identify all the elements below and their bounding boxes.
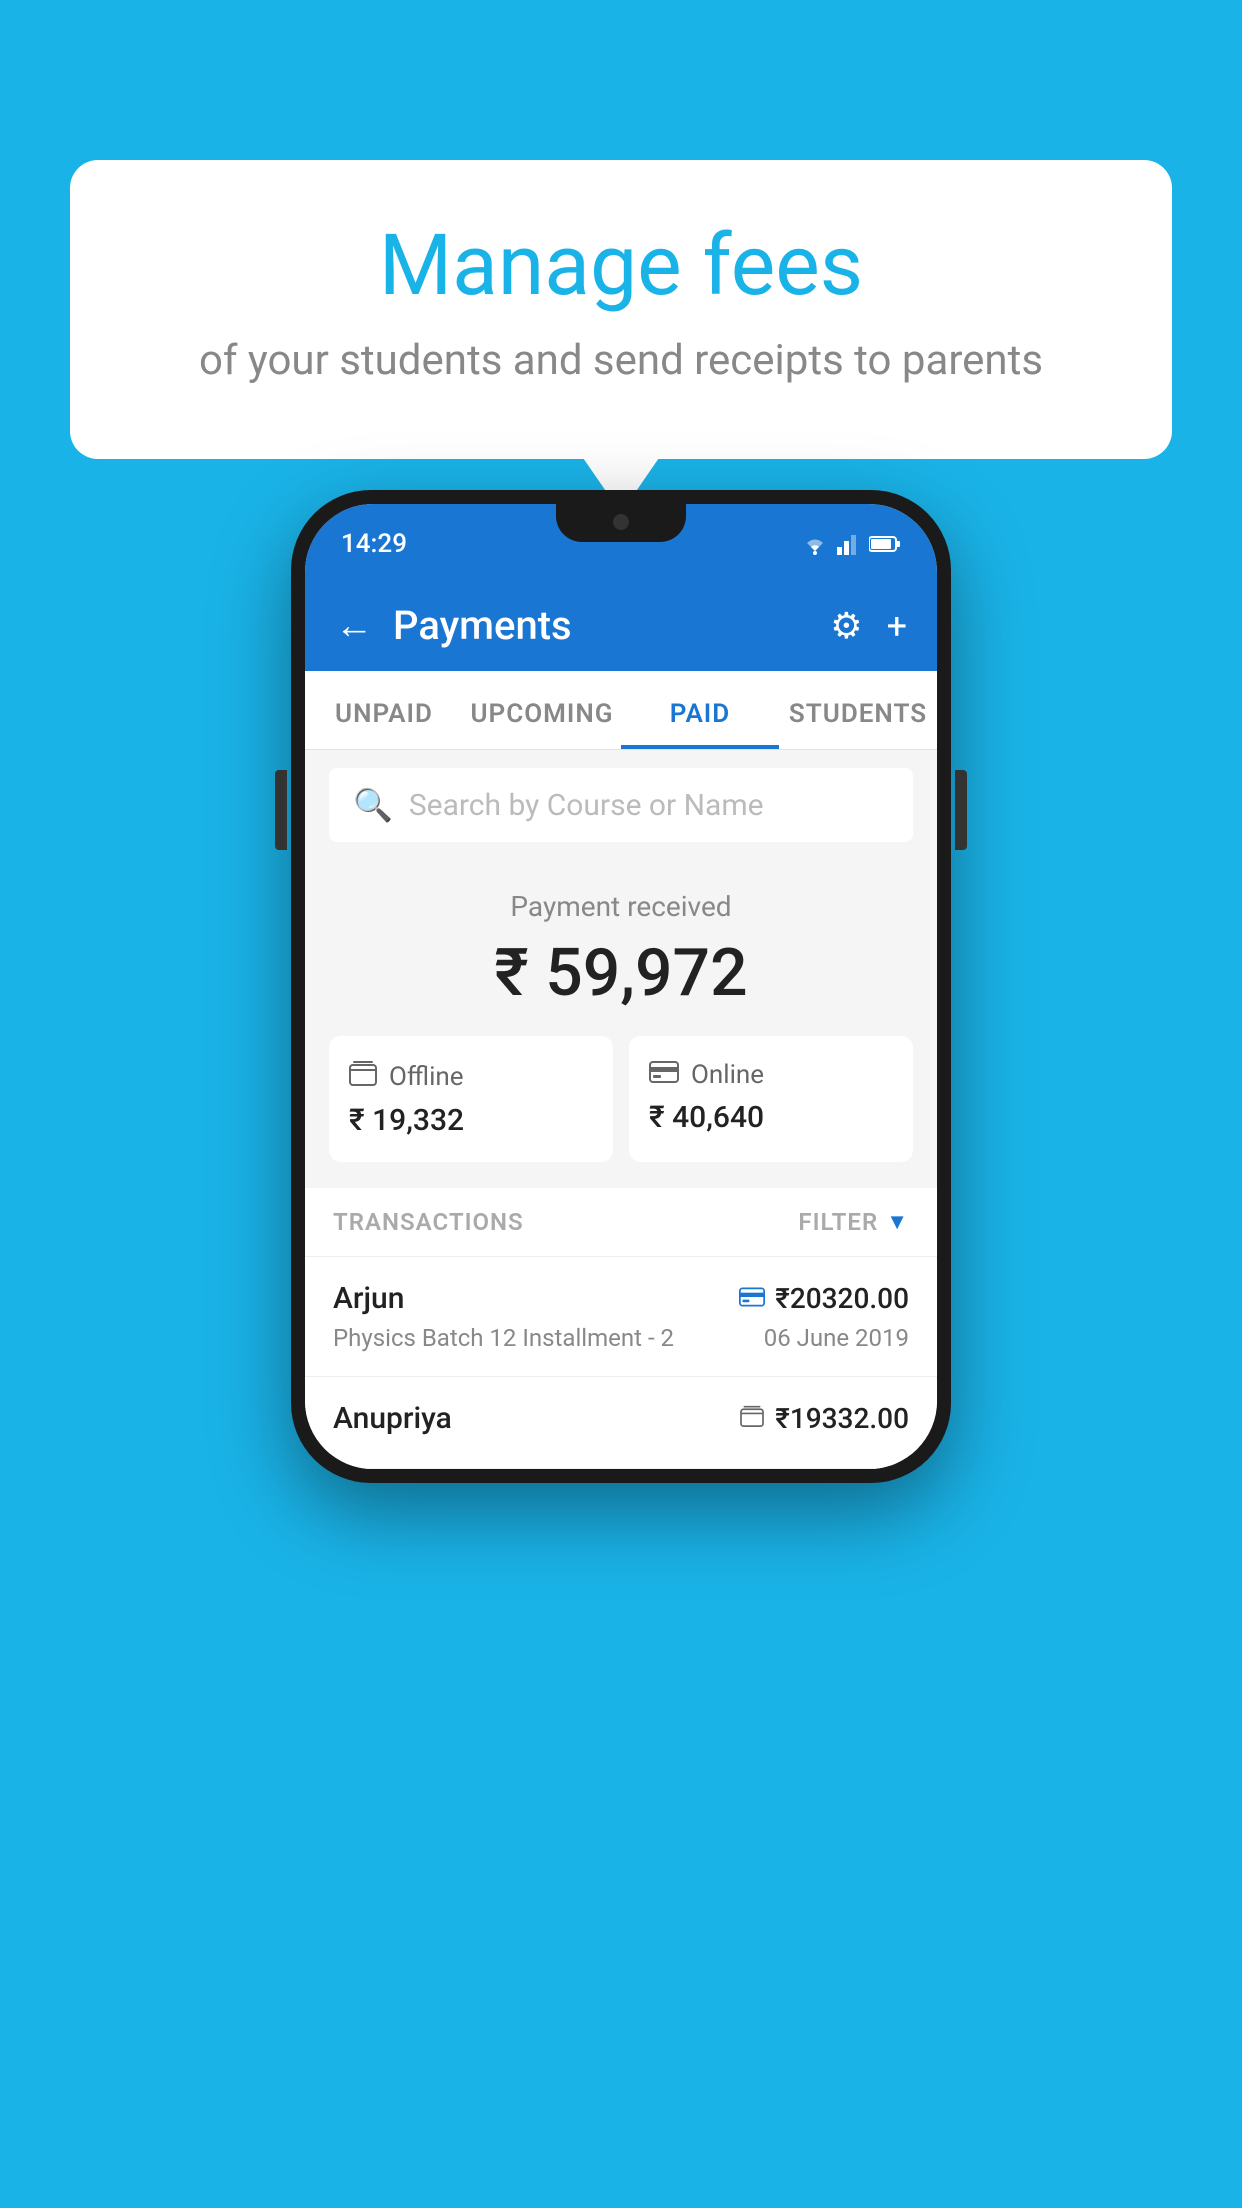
offline-icon: [349, 1060, 377, 1093]
speech-bubble: Manage fees of your students and send re…: [70, 160, 1172, 459]
online-label: Online: [691, 1060, 764, 1090]
search-icon: 🔍: [353, 786, 393, 824]
tabs-container: UNPAID UPCOMING PAID STUDENTS: [305, 671, 937, 750]
online-amount: ₹ 40,640: [649, 1100, 893, 1135]
transaction-top-row: Arjun ₹20320.00: [333, 1281, 909, 1316]
payment-received-label: Payment received: [329, 890, 913, 923]
header-left: ← Payments: [335, 602, 572, 649]
transaction-date: 06 June 2019: [764, 1324, 909, 1352]
bubble-title: Manage fees: [150, 220, 1092, 312]
offline-label: Offline: [389, 1062, 464, 1092]
status-bar: 14:29: [305, 504, 937, 584]
transaction-amount: ₹19332.00: [775, 1402, 909, 1435]
settings-icon[interactable]: ⚙: [830, 605, 862, 647]
status-icons: [801, 533, 901, 555]
phone-mockup: 14:29: [291, 490, 951, 1483]
back-button[interactable]: ←: [335, 607, 373, 645]
filter-button[interactable]: FILTER ▼: [798, 1208, 909, 1236]
search-container: 🔍 Search by Course or Name: [305, 750, 937, 860]
online-payment-icon: [739, 1285, 765, 1313]
tab-upcoming[interactable]: UPCOMING: [463, 671, 621, 749]
offline-card-header: Offline: [349, 1060, 593, 1093]
transaction-course: Physics Batch 12 Installment - 2: [333, 1324, 674, 1352]
online-card: Online ₹ 40,640: [629, 1036, 913, 1162]
tab-students[interactable]: STUDENTS: [779, 671, 937, 749]
camera-dot: [613, 514, 629, 530]
phone-outer: 14:29: [291, 490, 951, 1483]
signal-icon: [837, 533, 861, 555]
online-card-header: Online: [649, 1060, 893, 1090]
status-time: 14:29: [341, 529, 407, 559]
phone-inner: 14:29: [305, 504, 937, 1469]
table-row[interactable]: Anupriya ₹19332.00: [305, 1377, 937, 1469]
transaction-bottom-row: Physics Batch 12 Installment - 2 06 June…: [333, 1324, 909, 1352]
tab-paid[interactable]: PAID: [621, 671, 779, 749]
payment-cards: Offline ₹ 19,332: [329, 1036, 913, 1162]
transaction-name: Anupriya: [333, 1401, 452, 1436]
wifi-icon: [801, 533, 829, 555]
filter-icon: ▼: [886, 1209, 909, 1235]
header-actions: ⚙ +: [830, 605, 907, 647]
search-box[interactable]: 🔍 Search by Course or Name: [329, 768, 913, 842]
payment-total-amount: ₹ 59,972: [329, 935, 913, 1012]
app-header: ← Payments ⚙ +: [305, 584, 937, 671]
offline-card: Offline ₹ 19,332: [329, 1036, 613, 1162]
tab-unpaid[interactable]: UNPAID: [305, 671, 463, 749]
transactions-header: TRANSACTIONS FILTER ▼: [305, 1188, 937, 1257]
offline-payment-icon: [739, 1405, 765, 1433]
transaction-amount-wrap: ₹19332.00: [739, 1402, 909, 1435]
transaction-amount: ₹20320.00: [775, 1282, 909, 1315]
table-row[interactable]: Arjun ₹20320.00 Physics Batch 1: [305, 1257, 937, 1377]
page-title: Payments: [393, 602, 572, 649]
offline-amount: ₹ 19,332: [349, 1103, 593, 1138]
add-icon[interactable]: +: [887, 605, 907, 647]
speech-bubble-container: Manage fees of your students and send re…: [70, 160, 1172, 459]
transactions-label: TRANSACTIONS: [333, 1208, 524, 1236]
transaction-top-row: Anupriya ₹19332.00: [333, 1401, 909, 1436]
transaction-amount-wrap: ₹20320.00: [739, 1282, 909, 1315]
payment-summary: Payment received ₹ 59,972: [305, 860, 937, 1188]
online-icon: [649, 1060, 679, 1090]
bubble-subtitle: of your students and send receipts to pa…: [150, 334, 1092, 389]
transaction-name: Arjun: [333, 1281, 404, 1316]
search-input[interactable]: Search by Course or Name: [409, 788, 764, 823]
battery-icon: [869, 535, 901, 553]
notch: [556, 504, 686, 542]
